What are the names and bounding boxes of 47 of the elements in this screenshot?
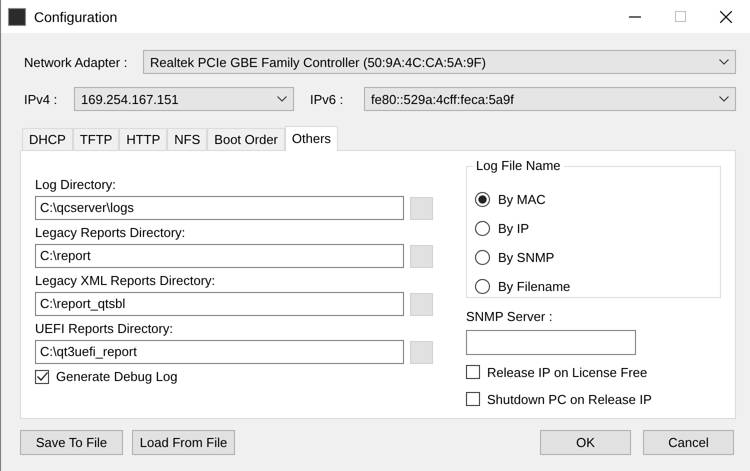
field-label: IPv4 : [23, 92, 58, 106]
ipv4-dropdown[interactable]: 169.254.167.151 [74, 87, 294, 111]
field-label: Legacy Reports Directory: [35, 225, 186, 242]
field-label: Legacy XML Reports Directory: [35, 273, 216, 290]
checkbox[interactable] [35, 370, 49, 384]
dialog-button[interactable]: OK [540, 430, 631, 455]
radio-button[interactable] [475, 192, 490, 207]
field-label: IPv6 : [309, 92, 344, 106]
caret-icon [719, 59, 729, 65]
tab[interactable]: DHCP [22, 128, 73, 150]
radio-button[interactable] [475, 279, 490, 294]
checkbox[interactable] [466, 392, 480, 406]
network-adapter-dropdown[interactable]: Realtek PCIe GBE Family Controller (50:9A:4C:CA:5A:9F) [143, 50, 736, 74]
field-label: UEFI Reports Directory: [35, 321, 174, 338]
tab[interactable]: HTTP [119, 128, 168, 150]
tab[interactable]: Boot Order [207, 128, 285, 150]
directory-field[interactable]: C:\report_qtsbl [35, 292, 404, 316]
checkbox-label: Shutdown PC on Release IP [487, 392, 652, 406]
caret-icon [277, 96, 287, 102]
checkbox[interactable] [466, 365, 480, 379]
app-logo-icon [8, 8, 26, 26]
dialog-button[interactable]: Cancel [643, 430, 734, 455]
checkbox-label: Release IP on License Free [487, 364, 648, 380]
radio-button[interactable] [475, 250, 490, 265]
dialog-button[interactable]: Save To File [20, 430, 123, 455]
close-icon[interactable] [720, 10, 732, 22]
group-title: Log File Name [473, 158, 564, 173]
dialog-button[interactable]: Load From File [132, 430, 235, 455]
directory-field[interactable]: C:\qt3uefi_report [35, 340, 404, 364]
snmp-server-field[interactable] [466, 330, 636, 355]
field-label: SNMP Server : [466, 309, 554, 326]
radio-label: By IP [498, 221, 530, 236]
field-label: Log Directory: [35, 177, 117, 194]
tab[interactable]: NFS [167, 128, 208, 150]
tab[interactable]: Others [284, 126, 338, 151]
checkbox-label: Generate Debug Log [56, 369, 178, 384]
ipv6-dropdown[interactable]: fe80::529a:4cff:feca:5a9f [364, 87, 736, 111]
field-label: Network Adapter : [23, 54, 128, 70]
radio-label: By Filename [498, 279, 570, 294]
directory-field[interactable]: C:\report [35, 244, 404, 268]
window-title: Configuration [34, 8, 118, 24]
directory-field[interactable]: C:\qcserver\logs [35, 196, 404, 220]
caret-icon [719, 96, 729, 102]
radio-label: By MAC [498, 192, 546, 207]
radio-button[interactable] [475, 221, 490, 236]
tab[interactable]: TFTP [72, 128, 120, 150]
radio-label: By SNMP [498, 250, 554, 265]
